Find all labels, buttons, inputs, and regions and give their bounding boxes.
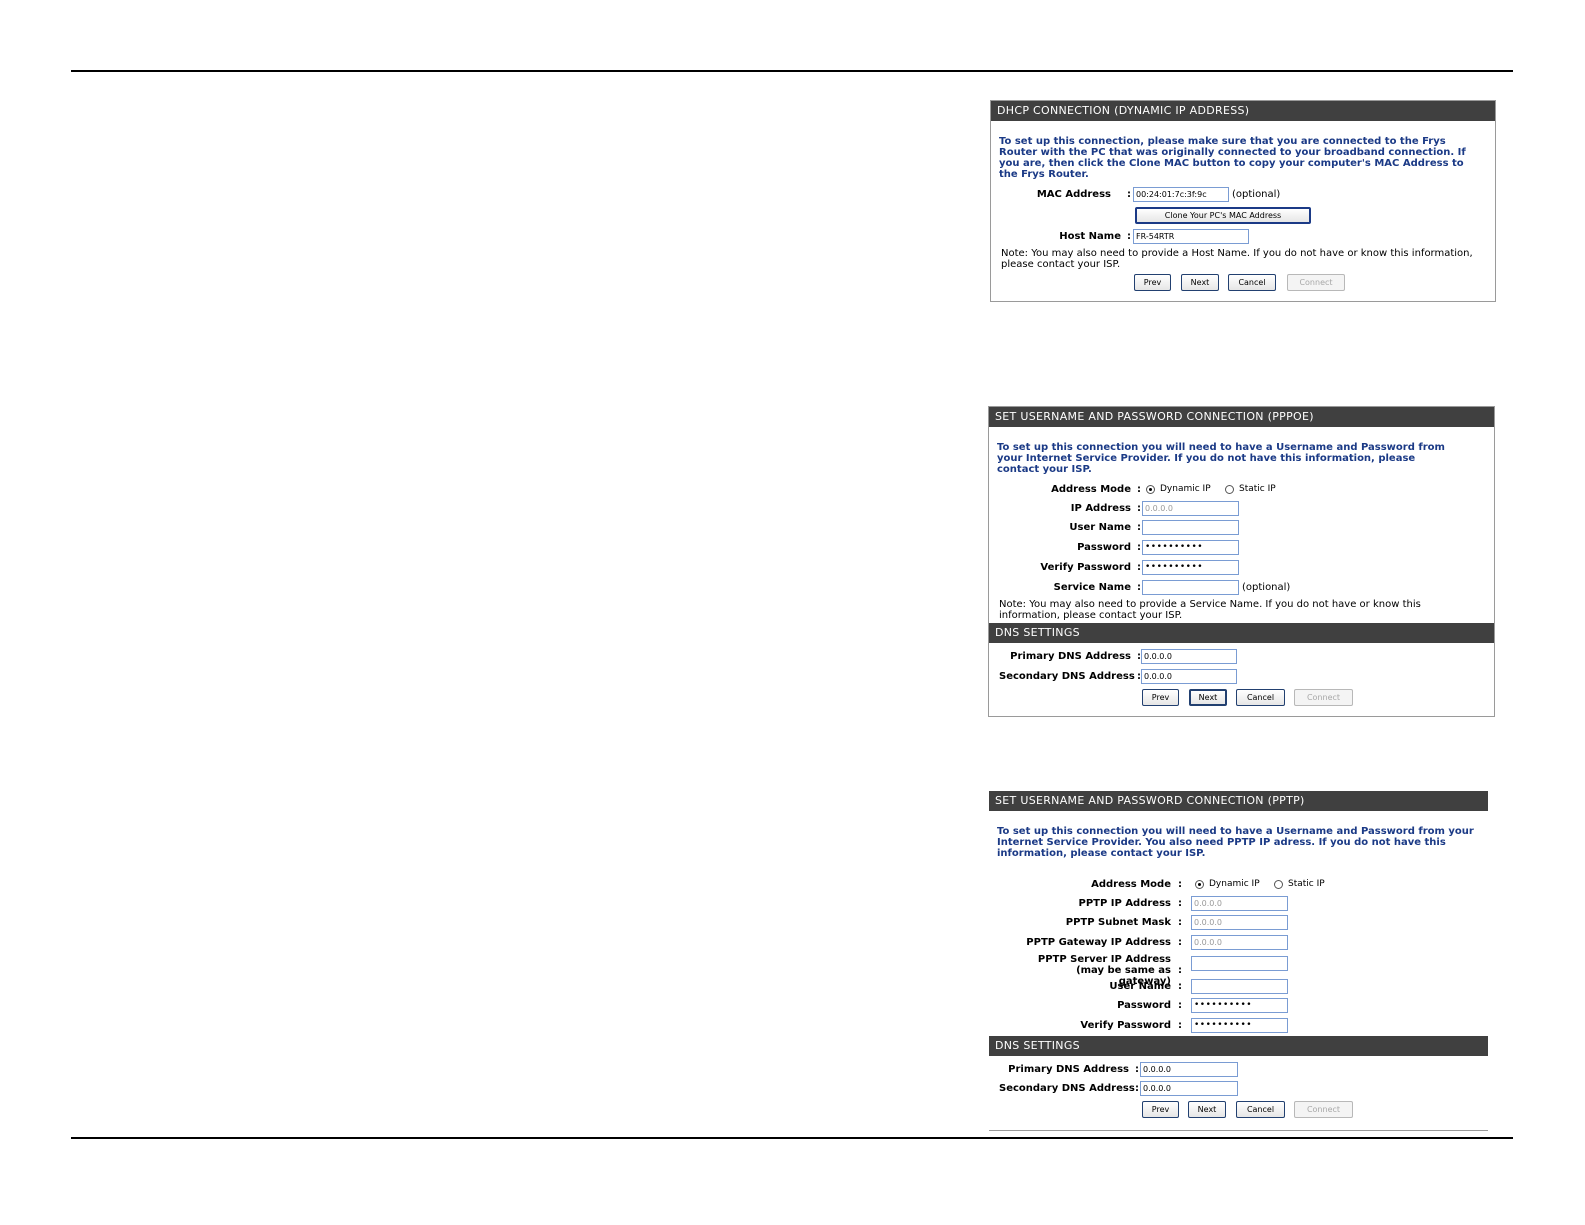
colon: : bbox=[1178, 937, 1182, 948]
primary-dns-input[interactable]: 0.0.0.0 bbox=[1141, 649, 1237, 664]
connect-button[interactable]: Connect bbox=[1294, 689, 1353, 706]
pptp-header: SET USERNAME AND PASSWORD CONNECTION (PP… bbox=[989, 791, 1488, 811]
colon: : bbox=[1137, 484, 1141, 495]
dynamic-ip-radio[interactable] bbox=[1146, 485, 1155, 494]
service-name-label: Service Name bbox=[1053, 582, 1131, 593]
static-ip-label: Static IP bbox=[1288, 879, 1325, 889]
pptp-gateway-label: PPTP Gateway IP Address bbox=[1026, 937, 1171, 948]
mac-address-label: MAC Address bbox=[1036, 189, 1111, 200]
user-name-input[interactable] bbox=[1142, 520, 1239, 535]
service-optional-hint: (optional) bbox=[1242, 582, 1291, 593]
primary-dns-label: Primary DNS Address bbox=[1010, 651, 1131, 662]
dhcp-header: DHCP CONNECTION (DYNAMIC IP ADDRESS) bbox=[991, 101, 1495, 121]
password-input[interactable]: •••••••••• bbox=[1142, 540, 1239, 555]
colon: : bbox=[1178, 981, 1182, 992]
pptp-subnet-mask-label: PPTP Subnet Mask bbox=[1065, 917, 1171, 928]
pptp-gateway-input[interactable]: 0.0.0.0 bbox=[1191, 935, 1288, 950]
verify-password-input[interactable]: •••••••••• bbox=[1191, 1018, 1288, 1033]
pptp-panel: SET USERNAME AND PASSWORD CONNECTION (PP… bbox=[989, 791, 1488, 1131]
mac-optional-hint: (optional) bbox=[1232, 189, 1281, 200]
password-input[interactable]: •••••••••• bbox=[1191, 998, 1288, 1013]
dynamic-ip-label: Dynamic IP bbox=[1209, 879, 1260, 889]
user-name-input[interactable] bbox=[1191, 979, 1288, 994]
static-ip-radio[interactable] bbox=[1274, 880, 1283, 889]
dhcp-panel: DHCP CONNECTION (DYNAMIC IP ADDRESS) To … bbox=[990, 100, 1496, 302]
verify-password-input[interactable]: •••••••••• bbox=[1142, 560, 1239, 575]
static-ip-radio[interactable] bbox=[1225, 485, 1234, 494]
secondary-dns-input[interactable]: 0.0.0.0 bbox=[1140, 1081, 1238, 1096]
static-ip-label: Static IP bbox=[1239, 484, 1276, 494]
service-name-input[interactable] bbox=[1142, 580, 1239, 595]
verify-password-label: Verify Password bbox=[1080, 1020, 1171, 1031]
connect-button[interactable]: Connect bbox=[1294, 1101, 1353, 1118]
top-rule bbox=[71, 70, 1513, 72]
pptp-subnet-mask-input[interactable]: 0.0.0.0 bbox=[1191, 915, 1288, 930]
address-mode-label: Address Mode bbox=[1051, 484, 1131, 495]
dynamic-ip-label: Dynamic IP bbox=[1160, 484, 1211, 494]
pptp-ip-address-input[interactable]: 0.0.0.0 bbox=[1191, 896, 1288, 911]
bottom-rule bbox=[71, 1137, 1513, 1139]
colon: : bbox=[1137, 582, 1141, 593]
pptp-intro: To set up this connection you will need … bbox=[997, 826, 1474, 859]
colon: : bbox=[1127, 189, 1131, 200]
secondary-dns-input[interactable]: 0.0.0.0 bbox=[1141, 669, 1237, 684]
secondary-dns-label: Secondary DNS Address bbox=[999, 1083, 1135, 1094]
mac-address-input[interactable]: 00:24:01:7c:3f:9c bbox=[1133, 187, 1229, 202]
colon: : bbox=[1178, 917, 1182, 928]
prev-button[interactable]: Prev bbox=[1134, 274, 1171, 291]
colon: : bbox=[1127, 231, 1131, 242]
pppoe-note: Note: You may also need to provide a Ser… bbox=[999, 599, 1421, 621]
ip-address-label: IP Address bbox=[1070, 503, 1131, 514]
next-button[interactable]: Next bbox=[1189, 689, 1227, 706]
primary-dns-label: Primary DNS Address bbox=[1008, 1064, 1129, 1075]
colon: : bbox=[1178, 879, 1182, 890]
address-mode-label: Address Mode bbox=[1091, 879, 1171, 890]
colon: : bbox=[1178, 1020, 1182, 1031]
host-name-label: Host Name bbox=[1059, 231, 1121, 242]
pptp-dns-header: DNS SETTINGS bbox=[989, 1036, 1488, 1056]
user-name-label: User Name bbox=[1109, 981, 1171, 992]
colon: : bbox=[1178, 1000, 1182, 1011]
colon: : bbox=[1137, 522, 1141, 533]
colon: : bbox=[1178, 898, 1182, 909]
prev-button[interactable]: Prev bbox=[1142, 1101, 1179, 1118]
cancel-button[interactable]: Cancel bbox=[1236, 689, 1285, 706]
verify-password-label: Verify Password bbox=[1040, 562, 1131, 573]
prev-button[interactable]: Prev bbox=[1142, 689, 1179, 706]
pppoe-intro: To set up this connection you will need … bbox=[997, 442, 1445, 475]
secondary-dns-label: Secondary DNS Address bbox=[999, 671, 1135, 682]
colon: : bbox=[1137, 542, 1141, 553]
pptp-server-input[interactable] bbox=[1191, 956, 1288, 971]
dhcp-note: Note: You may also need to provide a Hos… bbox=[1001, 248, 1473, 270]
user-name-label: User Name bbox=[1069, 522, 1131, 533]
pppoe-header: SET USERNAME AND PASSWORD CONNECTION (PP… bbox=[989, 407, 1494, 427]
colon: : bbox=[1135, 1083, 1139, 1094]
cancel-button[interactable]: Cancel bbox=[1236, 1101, 1285, 1118]
dynamic-ip-radio[interactable] bbox=[1195, 880, 1204, 889]
connect-button[interactable]: Connect bbox=[1287, 274, 1345, 291]
host-name-input[interactable]: FR-54RTR bbox=[1133, 229, 1249, 244]
colon: : bbox=[1178, 965, 1182, 976]
cancel-button[interactable]: Cancel bbox=[1228, 274, 1276, 291]
pppoe-panel: SET USERNAME AND PASSWORD CONNECTION (PP… bbox=[988, 406, 1495, 717]
ip-address-input[interactable]: 0.0.0.0 bbox=[1142, 501, 1239, 516]
pppoe-dns-header: DNS SETTINGS bbox=[989, 623, 1494, 643]
next-button[interactable]: Next bbox=[1181, 274, 1219, 291]
clone-mac-button[interactable]: Clone Your PC's MAC Address bbox=[1135, 207, 1311, 224]
colon: : bbox=[1137, 562, 1141, 573]
colon: : bbox=[1137, 503, 1141, 514]
next-button[interactable]: Next bbox=[1188, 1101, 1226, 1118]
password-label: Password bbox=[1117, 1000, 1171, 1011]
dhcp-intro: To set up this connection, please make s… bbox=[999, 136, 1466, 180]
colon: : bbox=[1135, 1064, 1139, 1075]
password-label: Password bbox=[1077, 542, 1131, 553]
pptp-ip-address-label: PPTP IP Address bbox=[1078, 898, 1172, 909]
primary-dns-input[interactable]: 0.0.0.0 bbox=[1140, 1062, 1238, 1077]
